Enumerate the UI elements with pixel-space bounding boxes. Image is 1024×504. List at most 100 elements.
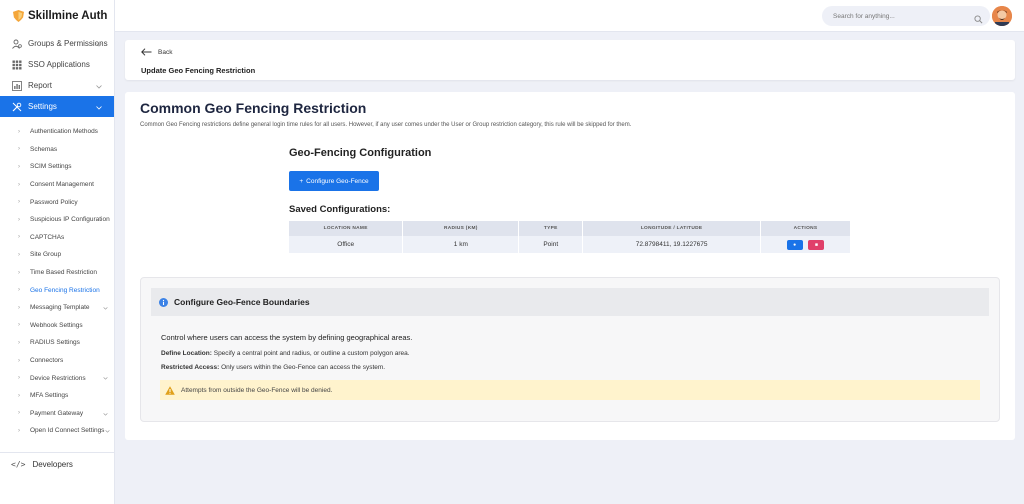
restricted-label: Restricted Access: <box>161 364 220 371</box>
sidebar-subitem-label: RADIUS Settings <box>30 339 80 347</box>
sidebar-subitem[interactable]: › Open Id Connect Settings <box>0 422 114 440</box>
sidebar-item-developers[interactable]: </> Developers <box>0 452 115 476</box>
config-title: Geo-Fencing Configuration <box>289 147 432 159</box>
sidebar-subitem[interactable]: › Consent Management <box>0 176 114 194</box>
sidebar-subitem-label: Site Group <box>30 251 62 259</box>
sidebar-subitem[interactable]: › Payment Gateway <box>0 405 114 423</box>
grid-icon <box>11 59 22 70</box>
sidebar-subitem-label: Open Id Connect Settings <box>30 427 105 435</box>
sidebar-item-label: Report <box>28 81 53 90</box>
sidebar-subitem[interactable]: › Authentication Methods <box>0 123 114 141</box>
configure-geo-fence-button[interactable]: + Configure Geo-Fence <box>289 171 379 191</box>
sidebar-subitem[interactable]: › CAPTCHAs <box>0 229 114 247</box>
bullet-icon: › <box>18 216 20 223</box>
warning-text: Attempts from outside the Geo-Fence will… <box>181 386 333 394</box>
column-header: LOCATION NAME <box>289 221 404 236</box>
sidebar-subitem-label: Device Restrictions <box>30 374 86 382</box>
sidebar-subitem[interactable]: › Suspicious IP Configuration <box>0 211 114 229</box>
saved-configurations-table: LOCATION NAME RADIUS (KM) TYPE LONGITUDE… <box>289 221 851 253</box>
sidebar-subitem[interactable]: › RADIUS Settings <box>0 334 114 352</box>
sidebar-subitem[interactable]: › Schemas <box>0 141 114 159</box>
saved-configurations-title: Saved Configurations: <box>289 204 391 215</box>
sidebar-subitem[interactable]: › MFA Settings <box>0 387 114 405</box>
search-icon[interactable] <box>974 11 983 29</box>
cell-radius: 1 km <box>402 236 520 253</box>
cell-actions: ● ■ <box>760 236 851 253</box>
sidebar-item-label: Developers <box>32 460 73 469</box>
users-icon <box>11 38 22 49</box>
geo-fence-info-panel: Configure Geo-Fence Boundaries Control w… <box>140 277 1000 422</box>
trash-icon: ■ <box>814 241 818 248</box>
main-card: Common Geo Fencing Restriction Common Ge… <box>125 92 1015 440</box>
sidebar-subitem[interactable]: › Site Group <box>0 246 114 264</box>
info-line-restricted: Restricted Access: Only users within the… <box>161 364 412 371</box>
bullet-icon: › <box>18 410 20 417</box>
sidebar-subitem-label: Connectors <box>30 357 64 365</box>
bullet-icon: › <box>18 128 20 135</box>
plus-icon: + <box>299 177 304 185</box>
delete-button[interactable]: ■ <box>808 239 825 250</box>
bullet-icon: › <box>18 234 20 241</box>
bullet-icon: › <box>18 392 20 399</box>
sidebar-subitem-geo-fencing[interactable]: › Geo Fencing Restriction <box>0 281 114 299</box>
column-header: ACTIONS <box>760 221 851 236</box>
bullet-icon: › <box>18 199 20 206</box>
search-input[interactable] <box>833 12 968 20</box>
sidebar-subitem[interactable]: › Connectors <box>0 352 114 370</box>
sidebar-subitem-label: SCIM Settings <box>30 163 72 171</box>
brand[interactable]: Skillmine Auth <box>0 0 114 32</box>
restricted-text: Only users within the Geo-Fence can acce… <box>219 364 386 371</box>
back-button[interactable]: Back <box>141 48 172 56</box>
section-title: Common Geo Fencing Restriction <box>140 100 367 116</box>
bullet-icon: › <box>18 375 20 382</box>
chevron-down-icon <box>103 411 108 418</box>
search-box[interactable] <box>822 6 990 26</box>
define-label: Define Location: <box>161 350 212 357</box>
sidebar-subitem-label: Messaging Template <box>30 304 90 312</box>
sidebar-subitem-label: Schemas <box>30 145 58 153</box>
sidebar-subitem[interactable]: › SCIM Settings <box>0 158 114 176</box>
top-bar <box>115 0 1024 32</box>
column-header: RADIUS (KM) <box>402 221 520 236</box>
sidebar: Skillmine Auth Groups & Permissions SSO … <box>0 0 115 504</box>
chevron-down-icon <box>96 40 102 49</box>
bullet-icon: › <box>18 304 20 311</box>
sidebar-subitem[interactable]: › Messaging Template <box>0 299 114 317</box>
edit-button[interactable]: ● <box>786 239 803 250</box>
sidebar-subitem[interactable]: › Device Restrictions <box>0 369 114 387</box>
cell-type: Point <box>518 236 584 253</box>
edit-icon: ● <box>793 241 797 248</box>
sidebar-item-sso[interactable]: SSO Applications <box>0 54 114 75</box>
avatar[interactable] <box>992 6 1012 26</box>
bullet-icon: › <box>18 287 20 294</box>
chevron-down-icon <box>103 305 108 312</box>
info-line-define: Define Location: Specify a central point… <box>161 350 412 357</box>
app-name: Skillmine Auth <box>28 10 108 22</box>
warning-icon <box>165 385 175 395</box>
sidebar-subitem[interactable]: › Time Based Restriction <box>0 264 114 282</box>
sidebar-subitem[interactable]: › Password Policy <box>0 193 114 211</box>
sidebar-item-settings[interactable]: Settings <box>0 96 114 117</box>
back-label: Back <box>158 48 173 56</box>
bullet-icon: › <box>18 181 20 188</box>
info-lead: Control where users can access the syste… <box>161 333 413 342</box>
sidebar-item-label: Settings <box>28 102 57 111</box>
sidebar-subitem-label: Suspicious IP Configuration <box>30 216 110 224</box>
info-body: Control where users can access the syste… <box>161 333 412 378</box>
arrow-left-icon <box>141 48 152 56</box>
shield-logo-icon <box>13 10 24 22</box>
sidebar-subitem-label: Time Based Restriction <box>30 269 97 277</box>
sidebar-subitem-label: Payment Gateway <box>30 409 84 417</box>
sidebar-subitem-label: CAPTCHAs <box>30 233 65 241</box>
sidebar-item-label: SSO Applications <box>28 60 90 69</box>
define-text: Specify a central point and radius, or o… <box>211 350 410 357</box>
warning-banner: Attempts from outside the Geo-Fence will… <box>160 380 980 400</box>
page-title: Update Geo Fencing Restriction <box>141 66 256 75</box>
sidebar-item-report[interactable]: Report <box>0 75 114 96</box>
info-title: Configure Geo-Fence Boundaries <box>174 297 310 307</box>
button-label: Configure Geo-Fence <box>306 177 369 185</box>
sidebar-subitem[interactable]: › Webhook Settings <box>0 317 114 335</box>
sidebar-item-groups[interactable]: Groups & Permissions <box>0 33 114 54</box>
section-description: Common Geo Fencing restrictions define g… <box>140 122 632 128</box>
sidebar-subitem-label: Consent Management <box>30 181 94 189</box>
